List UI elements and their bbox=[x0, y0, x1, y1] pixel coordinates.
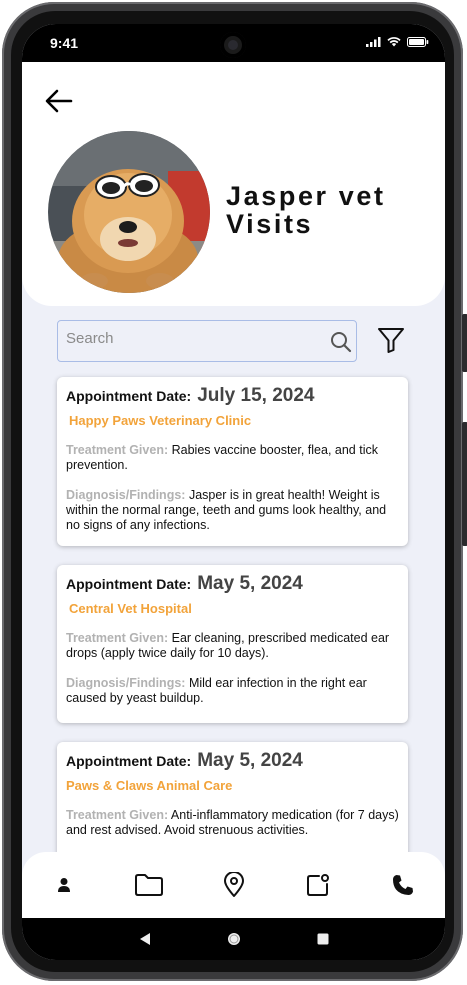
filter-icon[interactable] bbox=[377, 326, 405, 354]
location-pin-icon bbox=[223, 872, 244, 897]
clinic-name: Paws & Claws Animal Care bbox=[66, 778, 233, 793]
page-title: Jasper vet Visits bbox=[226, 182, 426, 238]
appointment-date: July 15, 2024 bbox=[197, 385, 315, 406]
notification-icon bbox=[307, 874, 330, 896]
front-camera bbox=[220, 32, 246, 58]
appointment-date-row: Appointment Date: July 15, 2024 bbox=[66, 385, 399, 407]
pet-avatar bbox=[48, 131, 210, 293]
treatment-text: Treatment Given: Anti-inflammatory medic… bbox=[66, 808, 399, 838]
clinic-name: Happy Paws Veterinary Clinic bbox=[69, 413, 252, 428]
person-icon bbox=[58, 878, 70, 892]
appointment-date: May 5, 2024 bbox=[197, 750, 303, 771]
dog-photo bbox=[48, 131, 210, 293]
phone-icon bbox=[393, 875, 413, 895]
profile-header: Jasper vet Visits bbox=[22, 62, 445, 306]
treatment-label: Treatment Given: bbox=[66, 808, 169, 822]
folder-icon bbox=[134, 874, 163, 896]
diagnosis-label: Diagnosis/Findings: bbox=[66, 676, 186, 690]
appointment-date-label: Appointment Date: bbox=[66, 388, 192, 404]
search-box bbox=[57, 320, 357, 362]
treatment-label: Treatment Given: bbox=[66, 443, 169, 457]
treatment-text: Treatment Given: Ear cleaning, prescribe… bbox=[66, 631, 399, 661]
bottom-navigation bbox=[22, 852, 445, 918]
search-input[interactable] bbox=[64, 329, 318, 348]
app-screen: 9:41 Jasper vet Visits Search Appointmen… bbox=[22, 24, 445, 960]
treatment-label: Treatment Given: bbox=[66, 631, 169, 645]
signal-icon bbox=[366, 37, 381, 47]
back-button[interactable] bbox=[44, 88, 74, 114]
treatment-text: Treatment Given: Rabies vaccine booster,… bbox=[66, 443, 399, 473]
home-circle-icon[interactable] bbox=[227, 932, 241, 946]
visit-card[interactable]: Appointment Date: May 5, 2024 Central Ve… bbox=[57, 565, 408, 723]
appointment-date-row: Appointment Date: May 5, 2024 bbox=[66, 573, 399, 595]
clinic-name: Central Vet Hospital bbox=[69, 601, 192, 616]
visit-card[interactable]: Appointment Date: July 15, 2024 Happy Pa… bbox=[57, 377, 408, 546]
diagnosis-text: Diagnosis/Findings: Mild ear infection i… bbox=[66, 676, 399, 706]
search-icon[interactable] bbox=[330, 331, 352, 353]
appointment-date-row: Appointment Date: May 5, 2024 bbox=[66, 750, 399, 772]
appointment-date-label: Appointment Date: bbox=[66, 576, 192, 592]
arrow-left-icon bbox=[45, 89, 73, 113]
appointment-date: May 5, 2024 bbox=[197, 573, 303, 594]
nav-call[interactable] bbox=[383, 865, 423, 905]
nav-profile[interactable] bbox=[44, 865, 84, 905]
recents-square-icon[interactable] bbox=[317, 933, 329, 945]
nav-notifications[interactable] bbox=[298, 865, 338, 905]
status-bar: 9:41 bbox=[22, 24, 445, 62]
nav-records[interactable] bbox=[129, 865, 169, 905]
status-time: 9:41 bbox=[50, 35, 79, 51]
power-button bbox=[462, 314, 467, 372]
diagnosis-label: Diagnosis/Findings: bbox=[66, 488, 186, 502]
title-line-2: Visits bbox=[226, 209, 314, 239]
battery-icon bbox=[407, 37, 429, 47]
title-line-1: Jasper vet bbox=[226, 181, 386, 211]
phone-frame: 9:41 Jasper vet Visits Search Appointmen… bbox=[2, 2, 467, 981]
system-navigation-bar bbox=[22, 918, 445, 960]
appointment-date-label: Appointment Date: bbox=[66, 753, 192, 769]
volume-button bbox=[462, 422, 467, 546]
nav-location[interactable] bbox=[214, 865, 254, 905]
diagnosis-text: Diagnosis/Findings: Jasper is in great h… bbox=[66, 488, 399, 533]
status-icons bbox=[366, 37, 429, 47]
wifi-icon bbox=[387, 37, 401, 47]
back-triangle-icon[interactable] bbox=[139, 932, 151, 946]
